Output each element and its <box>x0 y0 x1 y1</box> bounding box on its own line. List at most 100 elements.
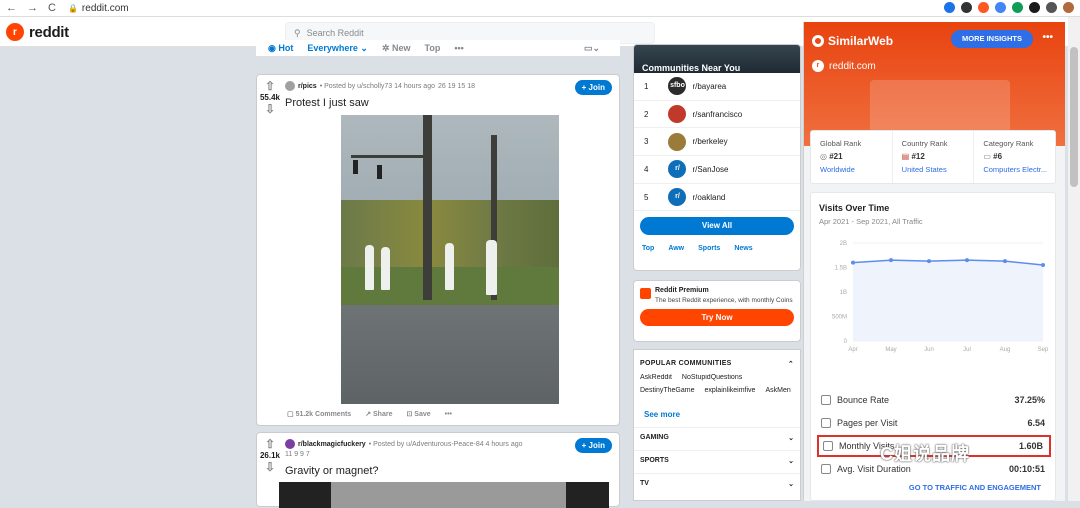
rank-value-row: ▭ #6 <box>983 152 1055 161</box>
popular-community-link[interactable]: AskMen <box>765 387 790 394</box>
popular-community-link[interactable]: AskReddit <box>640 374 672 381</box>
scrollbar-thumb[interactable] <box>1070 47 1078 187</box>
extension-icon[interactable] <box>944 2 955 13</box>
community-pill[interactable]: Top <box>638 242 659 256</box>
globe-icon: ◎ <box>820 152 830 161</box>
subreddit-link[interactable]: r/blackmagicfuckery <box>298 441 366 448</box>
view-all-button[interactable]: View All <box>640 217 794 236</box>
save-button[interactable]: ⊡ Save <box>406 410 430 418</box>
x-tick-label: Apr <box>848 347 857 353</box>
downvote-icon[interactable]: ⇩ <box>257 102 283 116</box>
post-author-time[interactable]: • Posted by u/scholly73 14 hours ago <box>320 83 435 90</box>
extension-icon[interactable] <box>961 2 972 13</box>
community-row[interactable]: 3 r/berkeley <box>634 128 800 157</box>
sort-new-button[interactable]: ✲ New <box>382 43 411 54</box>
similarweb-brand: SimilarWeb <box>828 34 894 48</box>
community-rank: 2 <box>644 109 649 119</box>
community-row[interactable]: 4 r/r/SanJose <box>634 156 800 184</box>
sort-more-icon[interactable]: ••• <box>454 43 463 53</box>
community-row[interactable]: 2 r/sanfrancisco <box>634 101 800 129</box>
popular-community-link[interactable]: DestinyTheGame <box>640 387 694 394</box>
visits-title: Visits Over Time <box>819 203 890 213</box>
y-tick-label: 2B <box>840 241 847 247</box>
reddit-favicon-icon: r <box>812 60 824 72</box>
chevron-up-icon[interactable]: ⌃ <box>788 360 794 368</box>
data-point[interactable] <box>1003 259 1007 264</box>
photo-figure <box>365 245 374 290</box>
extension-icon[interactable] <box>1046 2 1057 13</box>
sort-top-label: Top <box>424 43 441 53</box>
vote-column: ⇧ 55.4k ⇩ <box>257 75 283 116</box>
traffic-engagement-link[interactable]: GO TO TRAFFIC AND ENGAGEMENT <box>811 483 1055 492</box>
data-point[interactable] <box>1041 263 1045 268</box>
extension-icon[interactable] <box>978 2 989 13</box>
post-title[interactable]: Gravity or magnet? <box>285 465 379 477</box>
post-author-time[interactable]: • Posted by u/Adventurous-Peace-84 4 hou… <box>369 441 523 448</box>
post-meta: r/pics • Posted by u/scholly73 14 hours … <box>285 81 475 91</box>
search-icon: ⚲ <box>294 27 301 38</box>
community-pill[interactable]: News <box>730 242 757 256</box>
category-row[interactable]: GAMING ⌄ <box>634 427 800 450</box>
back-icon[interactable]: ← <box>6 2 17 14</box>
join-button[interactable]: + Join <box>574 438 612 453</box>
post-meta: r/blackmagicfuckery • Posted by u/Advent… <box>285 439 523 449</box>
data-point[interactable] <box>965 258 969 263</box>
community-row[interactable]: 1 sfbo r/bayarea <box>634 73 800 101</box>
extension-icon[interactable] <box>1012 2 1023 13</box>
data-point[interactable] <box>851 260 855 265</box>
subreddit-link[interactable]: r/pics <box>298 83 317 90</box>
post-video-preview[interactable] <box>279 482 609 508</box>
join-button[interactable]: + Join <box>574 80 612 95</box>
join-label: Join <box>588 441 605 450</box>
reload-icon[interactable]: C <box>48 2 56 14</box>
photo-figure <box>445 243 454 290</box>
menu-icon[interactable]: ••• <box>1042 32 1053 43</box>
community-pill[interactable]: Sports <box>694 242 725 256</box>
sort-top-button[interactable]: Top <box>425 43 441 53</box>
upvote-icon[interactable]: ⇧ <box>257 437 283 451</box>
category-row[interactable]: TV ⌄ <box>634 473 800 496</box>
page-scrollbar[interactable] <box>1068 17 1080 501</box>
reddit-wordmark: reddit <box>29 23 69 41</box>
post-image[interactable] <box>341 115 559 404</box>
reddit-logo[interactable]: r reddit <box>6 23 69 41</box>
new-icon: ✲ <box>381 42 393 53</box>
see-more-link[interactable]: See more <box>634 400 800 427</box>
forward-icon[interactable]: → <box>27 2 38 14</box>
site-domain: r reddit.com <box>812 60 876 72</box>
more-insights-button[interactable]: MORE INSIGHTS <box>951 30 1033 48</box>
data-point[interactable] <box>889 258 893 263</box>
sort-everywhere-dropdown[interactable]: Everywhere ⌄ <box>307 43 368 54</box>
community-row[interactable]: 5 r/r/oakland <box>634 184 800 212</box>
try-now-button[interactable]: Try Now <box>640 309 794 326</box>
rank-link[interactable]: Computers Electr... <box>983 165 1055 174</box>
vote-count: 26.1k <box>259 451 281 460</box>
post-title[interactable]: Protest I just saw <box>285 97 369 109</box>
x-tick-label: Sep <box>1038 347 1049 353</box>
address-bar[interactable]: 🔒 reddit.com <box>68 3 129 14</box>
more-options-icon[interactable]: ••• <box>445 411 452 418</box>
video-frame <box>331 482 566 508</box>
extension-icon[interactable] <box>995 2 1006 13</box>
comments-button[interactable]: ▢ 51.2k Comments <box>287 410 351 418</box>
category-row[interactable]: SPORTS ⌄ <box>634 450 800 473</box>
rank-link[interactable]: United States <box>902 165 974 174</box>
popular-community-link[interactable]: NoStupidQuestions <box>682 374 742 381</box>
data-point[interactable] <box>927 259 931 264</box>
upvote-icon[interactable]: ⇧ <box>257 79 283 93</box>
popular-community-link[interactable]: explainlikeimfive <box>704 387 755 394</box>
rank-link[interactable]: Worldwide <box>820 165 892 174</box>
sort-hot-button[interactable]: ◉ Hot <box>268 43 293 54</box>
post-card[interactable]: ⇧ 55.4k ⇩ r/pics • Posted by u/scholly73… <box>256 74 620 426</box>
share-button[interactable]: ↗ Share <box>365 410 392 418</box>
browser-toolbar: ← → C 🔒 reddit.com <box>0 0 1080 17</box>
extension-icon[interactable] <box>1029 2 1040 13</box>
y-tick-label: 0 <box>844 339 848 345</box>
post-card[interactable]: ⇧ 26.1k ⇩ r/blackmagicfuckery • Posted b… <box>256 432 620 508</box>
community-pill[interactable]: Aww <box>664 242 689 256</box>
downvote-icon[interactable]: ⇩ <box>257 460 283 474</box>
extensions-bar <box>944 2 1074 13</box>
community-filter-pills: Top Aww Sports News <box>634 235 800 256</box>
extension-icon[interactable] <box>1063 2 1074 13</box>
layout-icon[interactable]: ▭⌄ <box>584 43 600 54</box>
